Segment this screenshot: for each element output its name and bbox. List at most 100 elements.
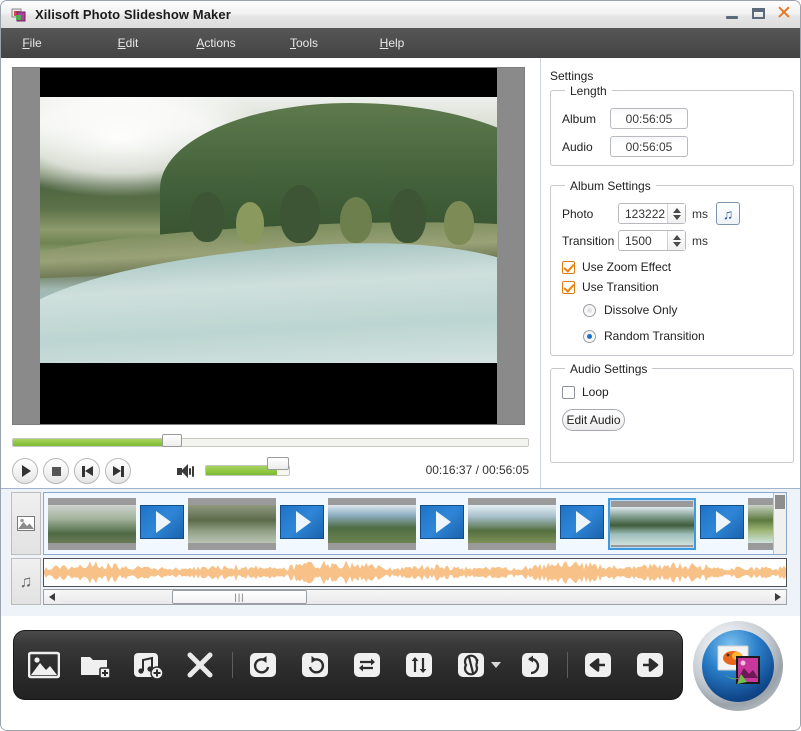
play-button[interactable] (12, 458, 38, 484)
seek-bar[interactable] (12, 435, 529, 449)
sort-vertical-button[interactable] (397, 643, 441, 687)
dissolve-only-radio[interactable]: Dissolve Only (583, 303, 677, 317)
close-button[interactable]: ✕ (774, 4, 794, 22)
thumbnail-1[interactable] (48, 498, 136, 550)
chevron-down-icon[interactable] (491, 662, 501, 668)
thumbnail-image (48, 505, 136, 543)
transition-arrow-icon[interactable] (560, 505, 604, 539)
thumbnail-2[interactable] (188, 498, 276, 550)
length-legend: Length (565, 84, 612, 98)
thumbnail-5[interactable] (608, 498, 696, 550)
transition-arrow-icon[interactable] (280, 505, 324, 539)
seek-track[interactable] (12, 438, 529, 447)
transition-duration-value: 1500 (619, 234, 667, 248)
toolbar-separator (232, 652, 233, 678)
arrow-left-icon (583, 651, 613, 679)
move-right-button[interactable] (628, 643, 672, 687)
photo-duration-input[interactable]: 123222 (618, 203, 686, 224)
rotate-left-icon (248, 651, 278, 679)
audio-waveform[interactable] (43, 558, 787, 587)
menu-item-edit[interactable]: Edit (97, 32, 159, 54)
menu-item-file[interactable]: File (1, 32, 63, 54)
transport-controls: 00:16:37 / 00:56:05 (12, 458, 529, 488)
previous-button[interactable] (74, 458, 100, 484)
timeline-horizontal-scrollbar[interactable]: ||| (43, 589, 787, 605)
arrow-right-icon (635, 651, 665, 679)
dissolve-only-label: Dissolve Only (604, 303, 677, 317)
move-left-button[interactable] (576, 643, 620, 687)
audio-settings-group: Audio Settings Loop Edit Audio (550, 368, 794, 463)
menu-item-actions[interactable]: Actions (185, 32, 247, 54)
edit-audio-button[interactable]: Edit Audio (562, 409, 625, 431)
title-bar: Xilisoft Photo Slideshow Maker ✕ (1, 1, 801, 29)
next-button[interactable] (105, 458, 131, 484)
transition-effect-button[interactable] (449, 643, 493, 687)
scrollbar-thumb[interactable] (775, 495, 785, 509)
thumbnail-image (610, 507, 694, 545)
album-length-label: Album (562, 112, 610, 126)
rotate-right-icon (300, 651, 330, 679)
add-music-button[interactable] (126, 643, 170, 687)
transition-arrow-icon[interactable] (140, 505, 184, 539)
scrollbar-thumb[interactable]: ||| (172, 590, 307, 604)
photo-tree (236, 202, 264, 244)
scroll-right-arrow-icon[interactable] (770, 590, 786, 604)
settings-title: Settings (550, 69, 593, 83)
waveform-graphic (44, 559, 786, 586)
preview-pane: 00:16:37 / 00:56:05 (1, 58, 540, 488)
random-transition-radio[interactable]: Random Transition (583, 329, 705, 343)
maximize-button[interactable] (748, 4, 768, 22)
transition-arrow-icon[interactable] (420, 505, 464, 539)
music-note-icon[interactable]: ♫ (716, 202, 740, 225)
start-slideshow-button[interactable] (693, 621, 783, 711)
menu-item-tools[interactable]: Tools (273, 32, 335, 54)
photo-tree (280, 185, 320, 243)
menu-item-help[interactable]: Help (361, 32, 423, 54)
add-folder-button[interactable] (74, 643, 118, 687)
length-group: Length Album 00:56:05 Audio 00:56:05 (550, 90, 794, 166)
video-preview[interactable] (12, 67, 525, 425)
picture-track-icon (11, 492, 41, 555)
radio-unselected-icon (583, 304, 596, 317)
use-transition-checkbox[interactable]: Use Transition (562, 280, 659, 294)
edit-audio-label: Edit Audio (566, 413, 620, 427)
filmstrip-vertical-scrollbar[interactable] (773, 493, 786, 554)
photo-filmstrip[interactable] (43, 492, 787, 555)
loop-checkbox[interactable]: Loop (562, 385, 609, 399)
menu-bar: File Edit Actions Tools Help (1, 28, 801, 59)
volume-icon[interactable] (177, 464, 195, 479)
transition-duration-input[interactable]: 1500 (618, 230, 686, 251)
checkbox-checked-icon (562, 261, 575, 274)
delete-button[interactable] (178, 643, 222, 687)
stop-button[interactable] (43, 458, 69, 484)
use-zoom-effect-checkbox[interactable]: Use Zoom Effect (562, 260, 671, 274)
application-window: Xilisoft Photo Slideshow Maker ✕ File Ed… (0, 0, 801, 731)
undo-button[interactable] (513, 643, 557, 687)
settings-pane: Settings Length Album 00:56:05 Audio 00:… (540, 58, 801, 488)
stop-icon (52, 467, 61, 476)
rotate-right-button[interactable] (293, 643, 337, 687)
stepper-down-icon (673, 242, 681, 247)
volume-handle[interactable] (267, 457, 289, 470)
transition-duration-stepper[interactable] (667, 231, 685, 250)
use-transition-label: Use Transition (582, 280, 659, 294)
thumbnail-3[interactable] (328, 498, 416, 550)
seek-handle[interactable] (162, 434, 182, 447)
thumbnail-image (328, 505, 416, 543)
transition-arrow-icon[interactable] (700, 505, 744, 539)
add-photo-button[interactable] (22, 643, 66, 687)
time-display: 00:16:37 / 00:56:05 (426, 463, 529, 477)
photo-duration-label: Photo (562, 207, 618, 221)
radio-selected-icon (583, 330, 596, 343)
menu-label-tools-rest: ools (296, 36, 318, 50)
minimize-button[interactable] (722, 4, 742, 22)
photo-duration-stepper[interactable] (667, 204, 685, 223)
scrollbar-grip: ||| (234, 592, 244, 602)
album-settings-legend: Album Settings (565, 179, 656, 193)
thumbnail-4[interactable] (468, 498, 556, 550)
menu-label-edit-rest: dit (126, 36, 139, 50)
swap-horizontal-button[interactable] (345, 643, 389, 687)
scroll-left-arrow-icon[interactable] (44, 590, 60, 604)
audio-settings-legend: Audio Settings (565, 362, 652, 376)
rotate-left-button[interactable] (241, 643, 285, 687)
